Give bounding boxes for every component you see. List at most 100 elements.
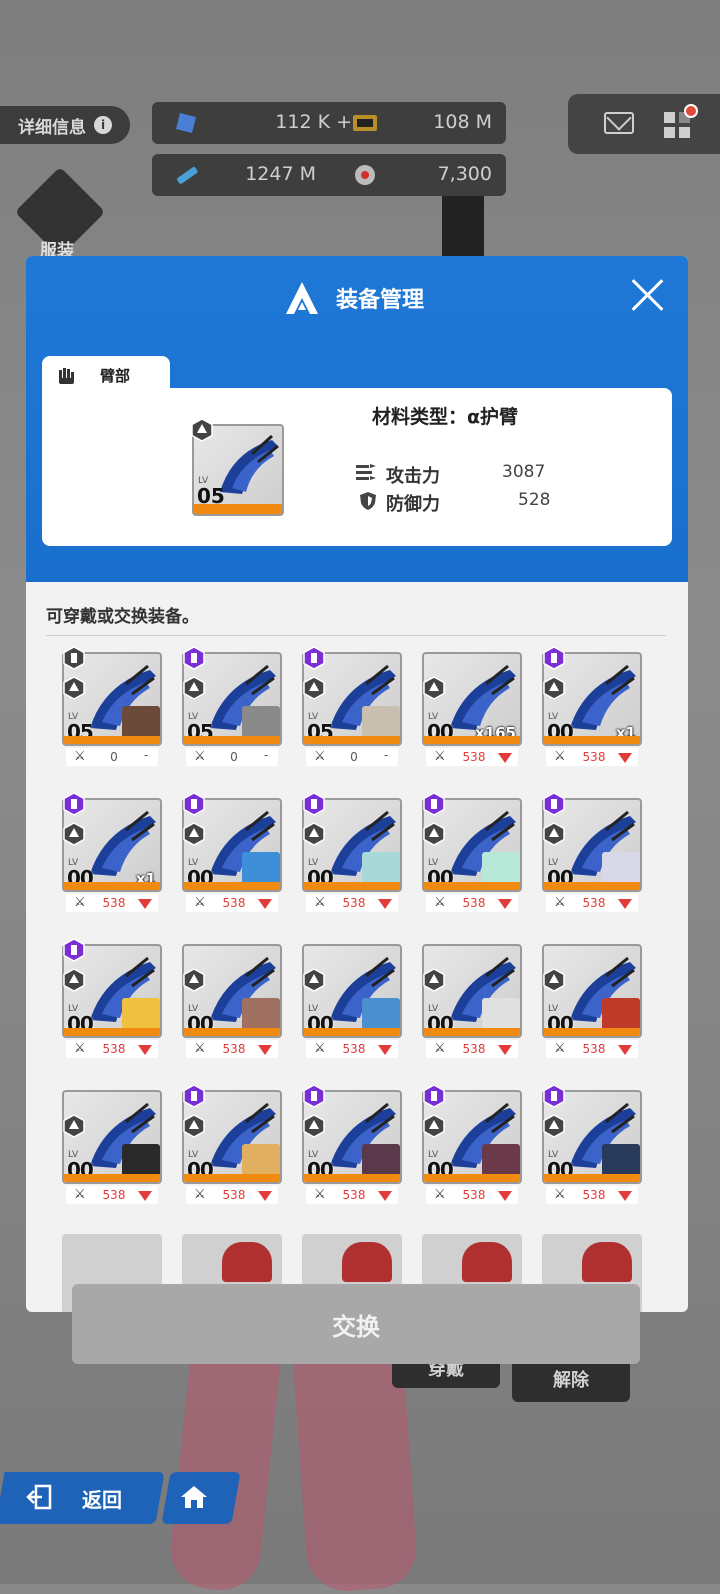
swords-icon: ⚔ <box>314 1187 326 1202</box>
down-arrow-icon <box>378 1045 392 1055</box>
equipment-item[interactable]: LV 00 ⚔ 538 <box>302 792 402 916</box>
rarity-hex-icon <box>183 968 205 992</box>
stat-label: 攻击力 <box>386 466 440 487</box>
manufacturer-hex-icon <box>423 792 445 816</box>
level-bar <box>64 736 160 744</box>
level-bar <box>544 882 640 890</box>
swords-icon: ⚔ <box>554 749 566 764</box>
level-bar <box>544 1174 640 1182</box>
level-bar <box>424 736 520 744</box>
stat-change-value: 0 <box>350 750 358 764</box>
stat-change-value: 538 <box>102 1188 126 1202</box>
resource-value: 108 M <box>433 111 492 133</box>
equipment-item[interactable]: LV 00 ⚔ 538 <box>182 944 282 1062</box>
manufacturer-hex-icon <box>423 1084 445 1108</box>
exit-icon <box>26 1484 52 1510</box>
level-bar <box>64 1028 160 1036</box>
item-footer: ⚔ 0 - <box>66 748 158 766</box>
down-arrow-icon <box>618 753 632 763</box>
equipment-item[interactable]: LV 00 ⚔ 538 <box>542 944 642 1062</box>
equipment-item[interactable]: LV 00 ⚔ 538 <box>422 944 522 1062</box>
down-arrow-icon <box>378 899 392 909</box>
equipment-item[interactable]: LV 00 ⚔ 538 <box>62 938 162 1062</box>
equipment-item[interactable]: LV 00 ⚔ 538 <box>302 944 402 1062</box>
dash-mark: - <box>384 748 389 762</box>
level-bar <box>544 736 640 744</box>
rarity-hex-icon <box>543 822 565 846</box>
item-footer: ⚔ 538 <box>426 1186 518 1204</box>
down-arrow-icon <box>138 899 152 909</box>
resource-bar-2: 1247 M 7,300 <box>152 154 506 196</box>
equipment-item[interactable]: LV 00 x1 ⚔ 538 <box>542 646 642 770</box>
rarity-hex-icon <box>543 1114 565 1138</box>
swords-icon: ⚔ <box>314 749 326 764</box>
level-bar <box>304 736 400 744</box>
rarity-hex-icon <box>63 822 85 846</box>
equipment-item[interactable]: LV 00 ⚔ 538 <box>182 1084 282 1208</box>
item-footer: ⚔ 538 <box>186 894 278 912</box>
equipment-item[interactable]: LV 00 ⚔ 538 <box>62 1090 162 1208</box>
equipment-item[interactable]: LV 00 ⚔ 538 <box>422 792 522 916</box>
level-bar <box>64 882 160 890</box>
equipped-card: LV 05 材料类型：α护臂 攻击力 3087 防御力 528 <box>42 388 672 546</box>
level-bar <box>194 504 282 514</box>
close-icon[interactable] <box>630 278 664 312</box>
equipment-item[interactable]: LV 00 ⚔ 538 <box>182 792 282 916</box>
stat-change-value: 538 <box>102 1042 126 1056</box>
item-footer: ⚔ 538 <box>186 1186 278 1204</box>
equipment-item[interactable]: LV 00 ⚔ 538 <box>542 792 642 916</box>
down-arrow-icon <box>498 1191 512 1201</box>
item-footer: ⚔ 538 <box>426 748 518 766</box>
rarity-hex-icon <box>423 822 445 846</box>
rarity-hex-icon <box>543 968 565 992</box>
level-bar <box>304 1174 400 1182</box>
stat-change-value: 538 <box>582 750 606 764</box>
dash-mark: - <box>144 748 149 762</box>
equipment-item[interactable]: LV 00 x165 ⚔ 538 <box>422 652 522 770</box>
remove-all-label: 解除 <box>553 1370 589 1391</box>
level-bar <box>64 1174 160 1182</box>
resource-value: 1247 M <box>245 163 316 185</box>
equipment-item[interactable]: LV 00 x1 ⚔ 538 <box>62 792 162 916</box>
rarity-hex-icon <box>183 676 205 700</box>
stat-change-value: 0 <box>230 750 238 764</box>
rarity-hex-icon <box>423 676 445 700</box>
stat-change-value: 538 <box>342 1188 366 1202</box>
rarity-hex-icon <box>423 968 445 992</box>
rarity-hex-icon <box>63 968 85 992</box>
manufacturer-hex-icon <box>543 792 565 816</box>
swap-button[interactable]: 交换 <box>72 1284 640 1364</box>
detail-info-button[interactable]: 详细信息 i <box>0 106 130 144</box>
rarity-hex-icon <box>303 1114 325 1138</box>
manufacturer-hex-icon <box>303 1084 325 1108</box>
swap-label: 交换 <box>332 1312 380 1341</box>
manufacturer-hex-icon <box>63 646 85 670</box>
down-arrow-icon <box>498 899 512 909</box>
swords-icon: ⚔ <box>194 895 206 910</box>
rarity-hex-icon <box>303 822 325 846</box>
core-icon <box>355 165 375 185</box>
mail-icon[interactable] <box>604 112 634 134</box>
stat-change-value: 538 <box>222 896 246 910</box>
level-bar <box>184 882 280 890</box>
swords-icon: ⚔ <box>74 1187 86 1202</box>
swords-icon: ⚔ <box>554 895 566 910</box>
equipped-item[interactable]: LV 05 <box>191 418 284 520</box>
equipment-item[interactable]: LV 00 ⚔ 538 <box>422 1084 522 1208</box>
level-bar <box>304 882 400 890</box>
equipment-item[interactable]: LV 05 ⚔ 0- <box>302 646 402 770</box>
item-footer: ⚔ 538 <box>546 1040 638 1058</box>
resource-bar-1: 112 K + 108 M <box>152 102 506 144</box>
equipment-item[interactable]: LV 00 ⚔ 538 <box>542 1084 642 1208</box>
swords-icon: ⚔ <box>74 895 86 910</box>
equipment-item[interactable]: LV 05 ⚔ 0- <box>182 646 282 770</box>
rarity-hex-icon <box>423 1114 445 1138</box>
level-bar <box>424 1174 520 1182</box>
rarity-hex-icon <box>183 1114 205 1138</box>
crystal-icon <box>176 113 196 133</box>
swords-icon: ⚔ <box>554 1041 566 1056</box>
equipment-item[interactable]: LV 05 ⚔ 0- <box>62 646 162 770</box>
modal-header: 装备管理 臂部 LV 05 材料类型：α护臂 攻击力 3087 防御力 528 <box>26 256 688 582</box>
logo-icon <box>286 282 318 314</box>
equipment-item[interactable]: LV 00 ⚔ 538 <box>302 1084 402 1208</box>
